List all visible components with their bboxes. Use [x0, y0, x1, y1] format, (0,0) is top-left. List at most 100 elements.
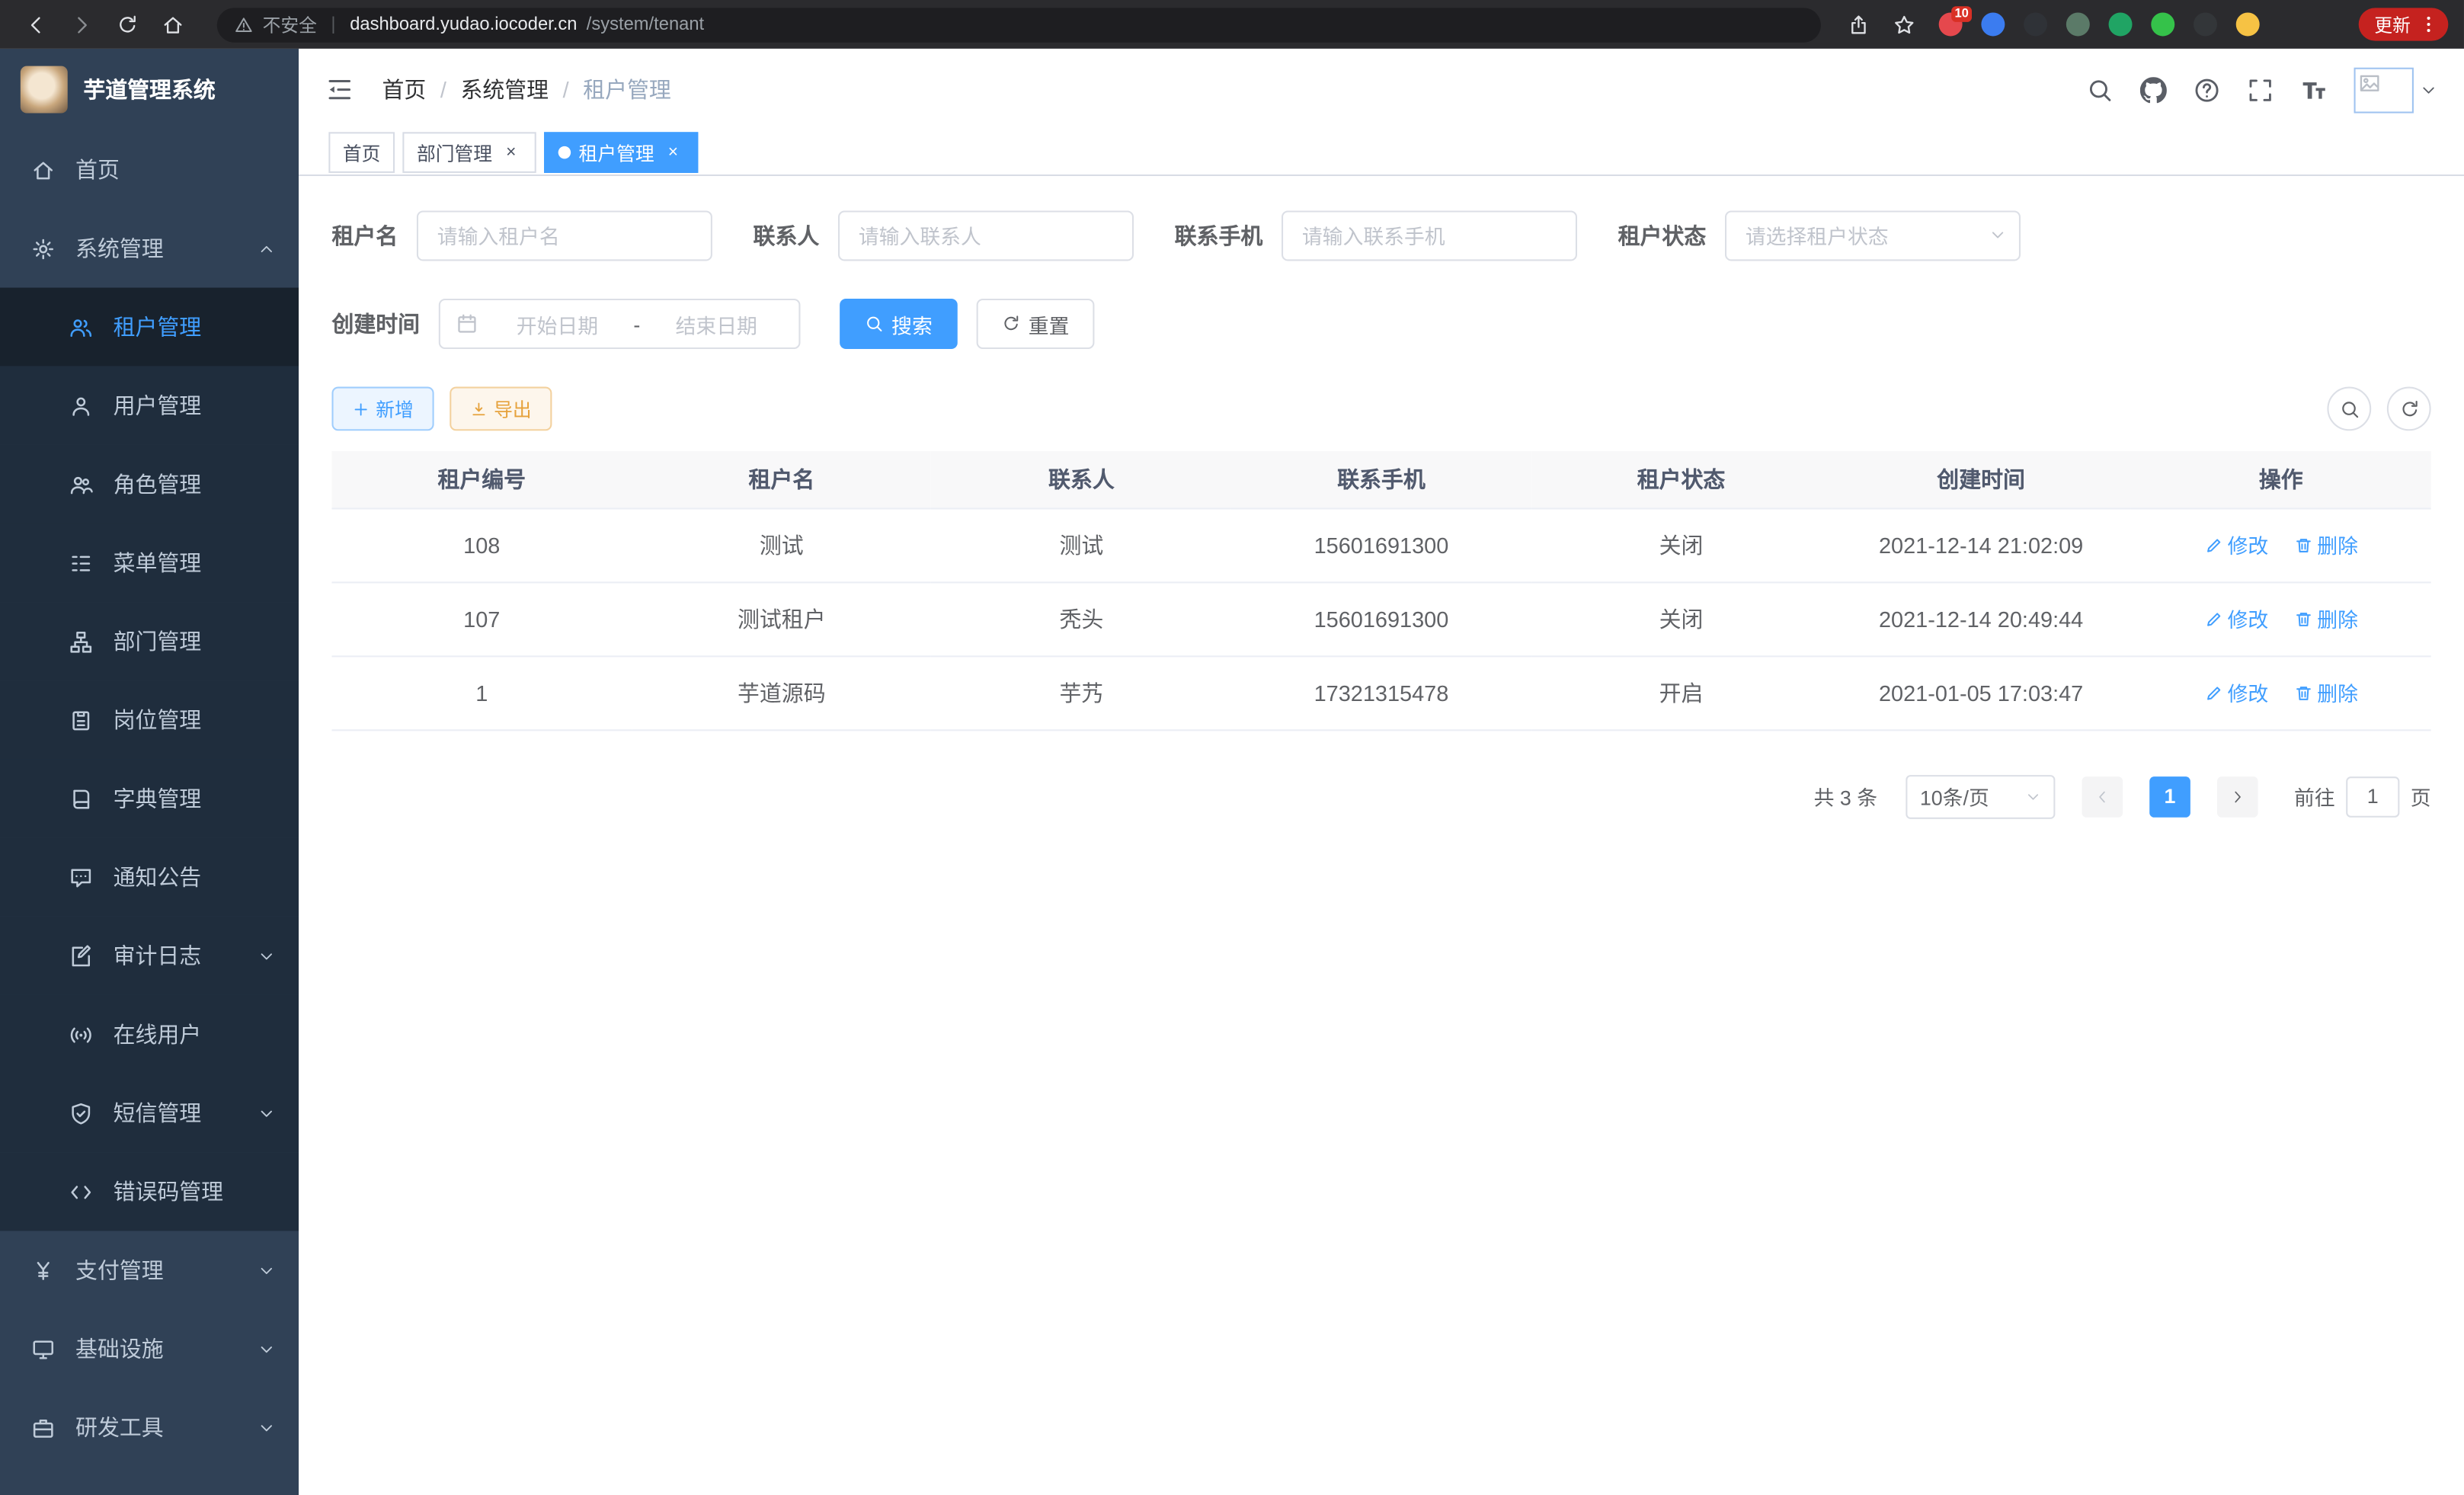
edit-button[interactable]: 修改: [2204, 603, 2269, 633]
extension-icon[interactable]: [2014, 4, 2057, 45]
phone-input[interactable]: [1282, 210, 1577, 261]
cell-contact: 测试: [932, 507, 1232, 581]
app-logo[interactable]: 芋道管理系统: [0, 49, 299, 130]
edit-button[interactable]: 修改: [2204, 530, 2269, 559]
sidebar-collapse-icon[interactable]: [325, 75, 354, 104]
kebab-menu-icon[interactable]: [2418, 14, 2439, 35]
sidebar-item-pay[interactable]: 支付管理: [0, 1231, 299, 1309]
contact-input[interactable]: [838, 210, 1134, 261]
status-select[interactable]: [1725, 210, 2021, 261]
sidebar-item-tenant[interactable]: 租户管理: [0, 288, 299, 367]
header-search-icon[interactable]: [2087, 76, 2114, 103]
delete-button[interactable]: 删除: [2293, 677, 2358, 707]
browser-reload-button[interactable]: [107, 5, 148, 43]
sidebar-item-notice[interactable]: 通知公告: [0, 838, 299, 917]
errcode-icon: [69, 1180, 93, 1203]
breadcrumb-separator: /: [563, 77, 569, 102]
sidebar-item-dict[interactable]: 字典管理: [0, 759, 299, 837]
notice-icon: [69, 866, 93, 889]
sidebar-item-dept[interactable]: 部门管理: [0, 602, 299, 680]
sidebar-item-post[interactable]: 岗位管理: [0, 680, 299, 759]
chevron-left-icon: [2094, 789, 2110, 805]
sidebar-item-user[interactable]: 用户管理: [0, 367, 299, 445]
extension-icon[interactable]: [2142, 4, 2184, 45]
sidebar-item-infra[interactable]: 基础设施: [0, 1310, 299, 1388]
extension-icon[interactable]: [2099, 4, 2142, 45]
sidebar-item-home[interactable]: 首页: [0, 130, 299, 209]
table-options: [2327, 387, 2430, 431]
fullscreen-icon[interactable]: [2247, 76, 2274, 103]
infra-icon: [31, 1337, 55, 1361]
user-avatar-menu[interactable]: [2354, 67, 2437, 113]
edit-button[interactable]: 修改: [2204, 677, 2269, 707]
tab-close-icon[interactable]: ×: [500, 142, 522, 164]
sidebar-menu: 首页系统管理租户管理用户管理角色管理菜单管理部门管理岗位管理字典管理通知公告审计…: [0, 130, 299, 1495]
menutree-icon: [69, 551, 93, 575]
sidebar-item-role[interactable]: 角色管理: [0, 445, 299, 523]
tab-0[interactable]: 首页: [328, 132, 395, 173]
sidebar-item-online[interactable]: 在线用户: [0, 995, 299, 1074]
sidebar-item-sms[interactable]: 短信管理: [0, 1074, 299, 1152]
address-bar[interactable]: 不安全 | dashboard.yudao.iocoder.cn/system/…: [217, 7, 1821, 41]
delete-button[interactable]: 删除: [2293, 530, 2358, 559]
browser-back-button[interactable]: [16, 5, 57, 43]
sidebar-item-devtool[interactable]: 研发工具: [0, 1388, 299, 1467]
browser-forward-button[interactable]: [61, 5, 102, 43]
table-row: 107测试租户秃头15601691300关闭2021-12-14 20:49:4…: [331, 581, 2430, 655]
tab-2[interactable]: 租户管理 ×: [544, 132, 698, 173]
date-range-picker[interactable]: 开始日期 - 结束日期: [439, 299, 801, 349]
column-header: 租户状态: [1531, 451, 1832, 507]
sidebar-item-auditlog[interactable]: 审计日志: [0, 917, 299, 995]
column-header: 联系手机: [1231, 451, 1531, 507]
extension-icon[interactable]: [2226, 4, 2269, 45]
next-page-button[interactable]: [2217, 776, 2258, 817]
toggle-search-button[interactable]: [2327, 387, 2371, 431]
cell-contact: 秃头: [932, 581, 1232, 655]
create-time-label: 创建时间: [331, 308, 420, 339]
breadcrumb-item[interactable]: 系统管理: [460, 74, 549, 105]
prev-page-button[interactable]: [2082, 776, 2123, 817]
sidebar-item-menu[interactable]: 菜单管理: [0, 523, 299, 602]
browser-home-button[interactable]: [152, 5, 194, 43]
column-header: 租户名: [632, 451, 932, 507]
total-count: 共 3 条: [1814, 781, 1878, 811]
extension-icon[interactable]: [1972, 4, 2014, 45]
start-date-placeholder: 开始日期: [491, 309, 624, 338]
sidebar-item-system[interactable]: 系统管理: [0, 209, 299, 287]
page-number-1[interactable]: 1: [2149, 776, 2190, 817]
help-icon[interactable]: [2194, 76, 2220, 103]
home-icon: [162, 14, 184, 36]
chrome-update-button[interactable]: 更新: [2359, 8, 2449, 40]
delete-button[interactable]: 删除: [2293, 603, 2358, 633]
extension-icon[interactable]: 10: [1929, 4, 1972, 45]
search-button[interactable]: 搜索: [840, 299, 958, 349]
goto-page-input[interactable]: [2346, 776, 2399, 817]
sidebar-item-label: 部门管理: [114, 626, 202, 657]
tab-close-icon[interactable]: ×: [662, 142, 684, 164]
add-button[interactable]: 新增: [331, 387, 434, 431]
reset-button[interactable]: 重置: [977, 299, 1095, 349]
tenant-name-input[interactable]: [417, 210, 712, 261]
filter-status: 租户状态: [1618, 210, 2021, 261]
tab-1[interactable]: 部门管理×: [402, 132, 536, 173]
extension-icon[interactable]: [2056, 4, 2099, 45]
github-icon[interactable]: [2140, 76, 2167, 103]
refresh-icon: [1002, 315, 1021, 334]
extension-icon[interactable]: [2184, 4, 2227, 45]
tab-label: 租户管理: [579, 139, 654, 166]
breadcrumb-item[interactable]: 首页: [382, 74, 427, 105]
sidebar-item-errcode[interactable]: 错误码管理: [0, 1152, 299, 1231]
delete-label: 删除: [2317, 530, 2358, 559]
share-button[interactable]: [1838, 5, 1880, 43]
sidebar-item-label: 岗位管理: [114, 704, 202, 735]
breadcrumb-separator: /: [440, 77, 446, 102]
column-header: 租户编号: [331, 451, 632, 507]
sidebar-item-label: 短信管理: [114, 1097, 202, 1128]
refresh-table-button[interactable]: [2387, 387, 2431, 431]
bookmark-button[interactable]: [1883, 5, 1925, 43]
search-icon: [865, 315, 884, 334]
export-button[interactable]: 导出: [450, 387, 552, 431]
page-size-select[interactable]: 10条/页: [1906, 774, 2055, 818]
font-size-icon[interactable]: [2300, 76, 2327, 103]
auditlog-icon: [69, 944, 93, 968]
